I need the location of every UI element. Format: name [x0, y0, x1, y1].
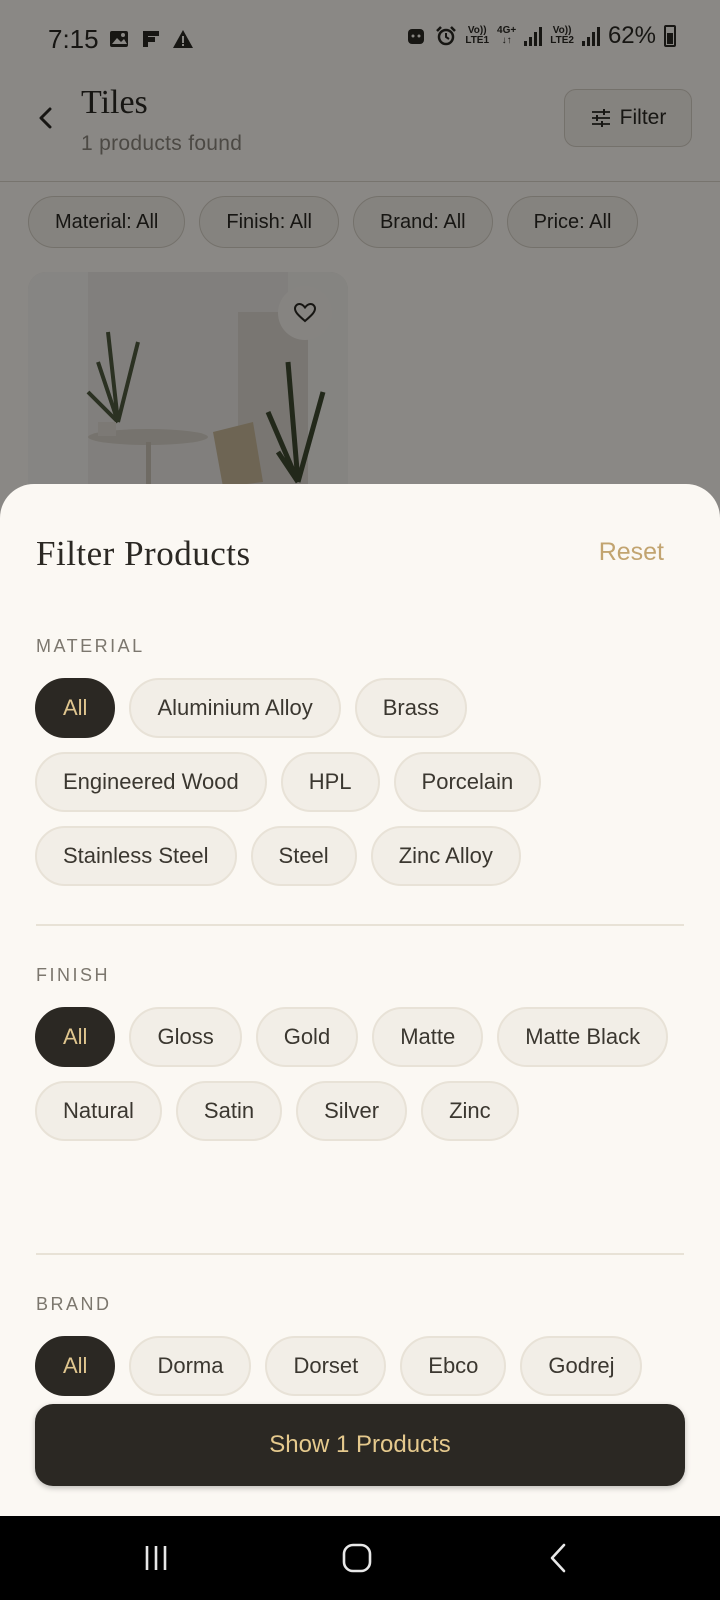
material-option-zinc-alloy[interactable]: Zinc Alloy	[370, 826, 521, 886]
brand-options: All Dorma Dorset Ebco Godrej	[35, 1336, 685, 1396]
nav-recents-icon[interactable]	[138, 1540, 174, 1576]
nav-home-icon[interactable]	[339, 1540, 375, 1576]
material-section-label: MATERIAL	[36, 636, 145, 656]
material-option-hpl[interactable]: HPL	[280, 752, 380, 812]
finish-option-all[interactable]: All	[35, 1007, 116, 1067]
finish-option-natural[interactable]: Natural	[35, 1081, 162, 1141]
material-option-engineered-wood[interactable]: Engineered Wood	[35, 752, 267, 812]
section-divider	[36, 924, 684, 926]
finish-option-matte-black[interactable]: Matte Black	[497, 1007, 669, 1067]
sheet-title: Filter Products	[36, 534, 251, 573]
brand-option-godrej[interactable]: Godrej	[520, 1336, 643, 1396]
material-option-aluminium-alloy[interactable]: Aluminium Alloy	[129, 678, 341, 738]
finish-section-label: FINISH	[36, 965, 111, 985]
brand-section-label: BRAND	[36, 1294, 112, 1314]
brand-option-dorset[interactable]: Dorset	[265, 1336, 387, 1396]
finish-option-gloss[interactable]: Gloss	[129, 1007, 242, 1067]
finish-option-matte[interactable]: Matte	[372, 1007, 484, 1067]
finish-options: All Gloss Gold Matte Matte Black Natural…	[35, 1007, 685, 1141]
finish-option-silver[interactable]: Silver	[296, 1081, 408, 1141]
brand-option-dorma[interactable]: Dorma	[129, 1336, 252, 1396]
nav-back-icon[interactable]	[541, 1540, 577, 1576]
system-navigation-bar	[0, 1516, 720, 1600]
material-option-all[interactable]: All	[35, 678, 116, 738]
brand-option-ebco[interactable]: Ebco	[400, 1336, 507, 1396]
material-option-porcelain[interactable]: Porcelain	[393, 752, 542, 812]
finish-option-satin[interactable]: Satin	[175, 1081, 283, 1141]
filter-bottom-sheet: Filter Products Reset MATERIAL All Alumi…	[0, 484, 720, 1516]
brand-option-all[interactable]: All	[35, 1336, 116, 1396]
show-products-button[interactable]: Show 1 Products	[35, 1404, 685, 1486]
finish-option-zinc[interactable]: Zinc	[421, 1081, 519, 1141]
material-option-steel[interactable]: Steel	[250, 826, 357, 886]
material-options: All Aluminium Alloy Brass Engineered Woo…	[35, 678, 685, 886]
finish-option-gold[interactable]: Gold	[255, 1007, 359, 1067]
material-option-brass[interactable]: Brass	[354, 678, 467, 738]
material-option-stainless-steel[interactable]: Stainless Steel	[35, 826, 237, 886]
section-divider	[36, 1253, 684, 1255]
reset-button[interactable]: Reset	[599, 538, 664, 567]
